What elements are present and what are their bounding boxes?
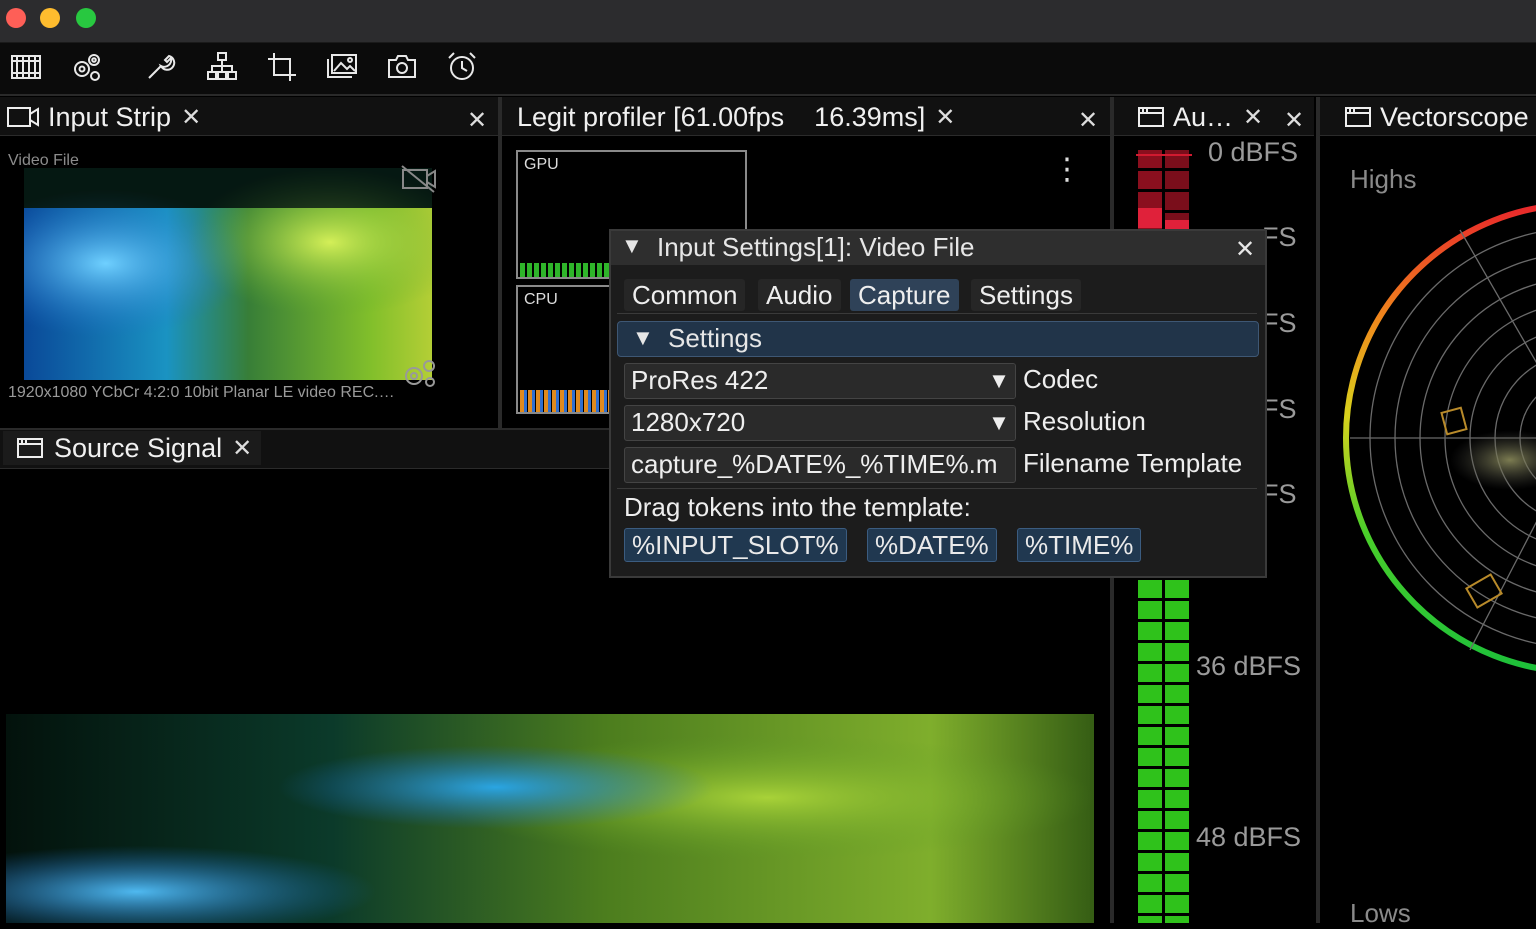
collapse-triangle-icon: ▼ xyxy=(632,325,654,350)
tab-input-strip[interactable]: Input Strip ✕ xyxy=(6,99,201,135)
tab-settings[interactable]: Settings xyxy=(971,279,1081,311)
close-panel-button[interactable]: ✕ xyxy=(467,106,487,135)
chevron-down-icon[interactable]: ▼ xyxy=(983,406,1015,440)
window-icon xyxy=(1345,107,1371,127)
close-icon[interactable]: ✕ xyxy=(181,103,201,132)
ink-cloud-image xyxy=(6,714,1094,923)
tab-legit-profiler[interactable]: Legit profiler [61.00fps 16.39ms] ✕ xyxy=(517,99,955,135)
splitter[interactable] xyxy=(498,97,502,430)
input-settings-dialog: ▼ Input Settings[1]: Video File ✕ Common… xyxy=(609,229,1267,578)
collapse-triangle-icon[interactable]: ▼ xyxy=(621,233,643,259)
dialog-header[interactable]: ▼ Input Settings[1]: Video File ✕ xyxy=(611,231,1265,265)
close-dialog-button[interactable]: ✕ xyxy=(1235,235,1255,264)
tab-audio[interactable]: Au… ✕ xyxy=(1137,99,1263,135)
db-label-3: FS xyxy=(1262,394,1297,424)
db-label-4: FS xyxy=(1262,479,1297,509)
window-titlebar xyxy=(0,0,1536,43)
codec-select[interactable]: ProRes 422 ▼ xyxy=(624,363,1016,399)
gpu-label: GPU xyxy=(524,156,559,173)
gpu-bars xyxy=(520,263,610,277)
video-format-info: 1920x1080 YCbCr 4:2:0 10bit Planar LE vi… xyxy=(8,384,395,401)
settings-section-title: Settings xyxy=(668,323,762,353)
tab-common[interactable]: Common xyxy=(624,279,746,311)
network-icon[interactable] xyxy=(202,47,242,87)
minimize-window-button[interactable] xyxy=(40,8,60,28)
tab-input-strip-label: Input Strip xyxy=(48,101,172,132)
profiler-tab-label: Legit profiler [61.00fps xyxy=(517,101,785,132)
tab-vectorscope-label: Vectorscope xyxy=(1380,101,1529,132)
resolution-value: 1280x720 xyxy=(631,407,746,437)
camera-icon[interactable] xyxy=(382,47,422,87)
vectorscope-graticule xyxy=(1320,140,1536,740)
tokens-hint: Drag tokens into the template: xyxy=(624,492,971,522)
zoom-window-button[interactable] xyxy=(76,8,96,28)
settings-section-header[interactable]: ▼ Settings xyxy=(617,321,1259,357)
close-icon[interactable]: ✕ xyxy=(935,103,955,132)
video-camera-icon xyxy=(7,107,39,127)
filename-template-label: Filename Template xyxy=(1023,448,1243,478)
ink-cloud-image xyxy=(24,168,432,380)
tab-source-signal-label: Source Signal xyxy=(54,432,223,463)
filmstrip-icon[interactable] xyxy=(6,47,46,87)
gears-icon[interactable] xyxy=(66,47,106,87)
db-label-2: FS xyxy=(1262,308,1297,338)
db-label-1: FS xyxy=(1262,222,1297,252)
cpu-bars xyxy=(520,390,610,412)
filename-template-value: capture_%DATE%_%TIME%.m xyxy=(631,449,998,479)
codec-label: Codec xyxy=(1023,364,1099,394)
codec-value: ProRes 422 xyxy=(631,365,769,395)
close-panel-button[interactable]: ✕ xyxy=(1284,106,1304,135)
tab-audio-settings[interactable]: Audio xyxy=(758,279,841,311)
tab-audio-label: Au… xyxy=(1173,101,1234,132)
filename-template-input[interactable]: capture_%DATE%_%TIME%.m xyxy=(624,447,1016,483)
vectorscope-lows-label: Lows xyxy=(1350,898,1411,928)
resolution-label: Resolution xyxy=(1023,406,1146,436)
close-icon[interactable]: ✕ xyxy=(232,434,252,463)
window-icon xyxy=(1138,107,1164,127)
wrench-icon[interactable] xyxy=(140,47,180,87)
db-label-5: 36 dBFS xyxy=(1196,651,1302,681)
tab-divider xyxy=(617,313,1257,314)
token-time[interactable]: %TIME% xyxy=(1017,528,1142,562)
camera-off-icon[interactable] xyxy=(400,164,438,199)
dialog-title: Input Settings[1]: Video File xyxy=(657,232,975,262)
tab-capture[interactable]: Capture xyxy=(850,279,959,311)
db-label-6: 48 dBFS xyxy=(1196,822,1302,852)
close-icon[interactable]: ✕ xyxy=(1243,103,1263,132)
tab-source-signal[interactable]: Source Signal ✕ xyxy=(16,430,252,466)
gallery-icon[interactable] xyxy=(322,47,362,87)
profiler-frame-time: 16.39ms] xyxy=(814,101,926,132)
crop-icon[interactable] xyxy=(262,47,302,87)
window-icon xyxy=(17,438,43,458)
tab-vectorscope[interactable]: Vectorscope xyxy=(1344,99,1529,135)
settings-gears-icon[interactable] xyxy=(400,356,438,395)
source-signal-preview[interactable] xyxy=(6,714,1094,923)
chevron-down-icon[interactable]: ▼ xyxy=(983,364,1015,398)
cpu-label: CPU xyxy=(524,291,558,308)
resolution-select[interactable]: 1280x720 ▼ xyxy=(624,405,1016,441)
kebab-menu-icon[interactable]: ⋮ xyxy=(1052,152,1082,187)
token-input-slot[interactable]: %INPUT_SLOT% xyxy=(624,528,847,562)
token-date[interactable]: %DATE% xyxy=(867,528,997,562)
alarm-clock-icon[interactable] xyxy=(442,47,482,87)
main-toolbar xyxy=(0,43,1536,96)
divider xyxy=(617,488,1257,489)
close-window-button[interactable] xyxy=(6,8,26,28)
video-file-thumbnail[interactable] xyxy=(24,168,432,380)
db-label-0: 0 dBFS xyxy=(1208,137,1299,167)
close-panel-button[interactable]: ✕ xyxy=(1078,106,1098,135)
